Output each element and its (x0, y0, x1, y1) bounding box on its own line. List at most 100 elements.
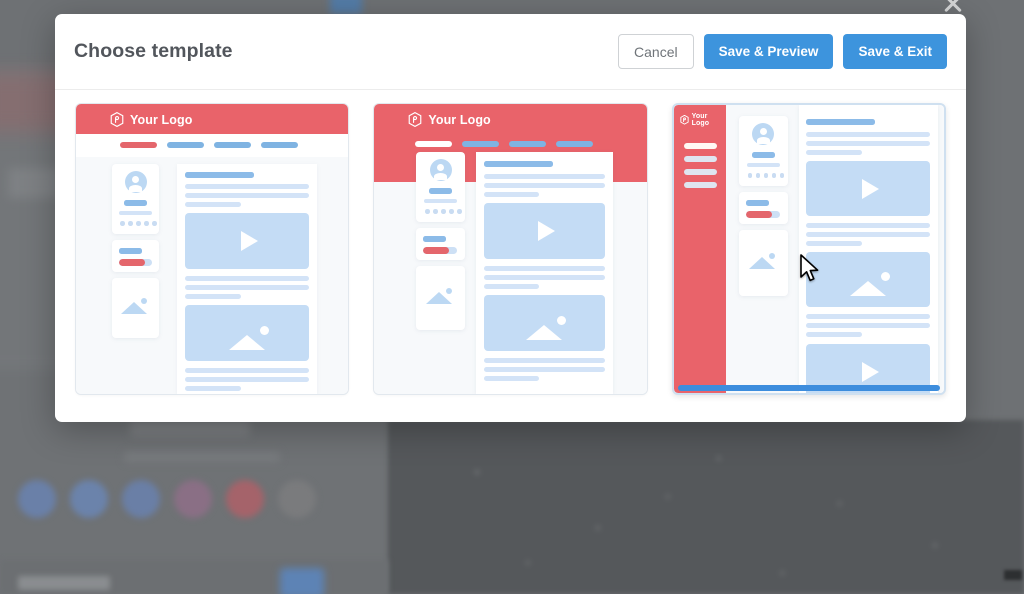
nav-pill (167, 142, 204, 148)
background-photo (388, 420, 1024, 594)
image-sun-icon (768, 253, 775, 259)
article-text-line (805, 132, 930, 137)
social-icon (70, 480, 108, 518)
article-text-line (805, 314, 930, 319)
profile-name-line (124, 200, 147, 206)
avatar-body (756, 137, 770, 144)
template-logo-text: Your Logo (130, 112, 193, 127)
rating-dots (425, 209, 462, 214)
image-placeholder-icon (849, 281, 886, 296)
nav-pill (509, 141, 547, 147)
article-text-line (484, 183, 606, 188)
progress-fill (745, 211, 772, 218)
profile-name-line (751, 152, 775, 158)
article-text-line (805, 241, 862, 246)
dot (763, 173, 769, 178)
progress-bar (119, 259, 152, 266)
image-placeholder-icon (526, 325, 563, 340)
template-logo-text: Your Logo (691, 113, 710, 127)
video-placeholder (484, 203, 606, 259)
article-text-line (484, 174, 606, 179)
image-card (112, 278, 159, 338)
template-card-top-nav-overlap[interactable]: Your Logo (373, 103, 648, 395)
play-icon (861, 179, 879, 199)
image-sun-icon (260, 326, 269, 335)
template-logo: Your Logo (674, 105, 726, 127)
article-text-line (185, 294, 241, 299)
image-sun-icon (141, 298, 147, 304)
progress-card (416, 228, 466, 260)
template-sidebar: Your Logo (673, 105, 726, 393)
avatar-head (132, 176, 139, 183)
play-icon (538, 221, 556, 241)
dot (449, 209, 454, 214)
article-text-line (484, 376, 540, 381)
template-card-side-nav[interactable]: Your Logo (671, 103, 946, 395)
hexagon-logo-icon (680, 115, 689, 125)
progress-label (745, 200, 769, 206)
nav-pill (462, 141, 500, 147)
social-icon (174, 480, 212, 518)
progress-card (112, 240, 159, 272)
nav-pill-active (683, 143, 717, 149)
image-placeholder (805, 252, 930, 307)
image-sun-icon (557, 316, 567, 325)
nav-pill (261, 142, 298, 148)
cancel-button[interactable]: Cancel (618, 34, 694, 69)
nav-pill-active (120, 142, 157, 148)
social-icon (122, 480, 160, 518)
nav-pill (683, 182, 717, 188)
social-icon (18, 480, 56, 518)
page-root: Choose template Cancel Save & Preview Sa… (0, 0, 1024, 594)
choose-template-modal: Choose template Cancel Save & Preview Sa… (55, 14, 966, 422)
article-text-line (484, 284, 540, 289)
nav-pill (683, 156, 717, 162)
profile-card (738, 116, 788, 186)
dot (144, 221, 149, 226)
hexagon-logo-icon (408, 112, 422, 127)
profile-card (416, 152, 466, 222)
background-bottom-text (18, 576, 110, 590)
article-title (185, 172, 254, 178)
article-text-line (484, 358, 606, 363)
background-text-line (130, 420, 250, 436)
dot (120, 221, 125, 226)
template-logo: Your Logo (374, 104, 491, 127)
video-placeholder (185, 213, 309, 269)
background-edge (1004, 570, 1022, 580)
play-icon (241, 231, 258, 251)
selected-indicator (677, 385, 940, 391)
dot (779, 173, 785, 178)
avatar-body (434, 173, 448, 180)
template-list: Your Logo Your Logo Your Logo (55, 90, 966, 395)
progress-label (119, 248, 142, 254)
template-nav-items (120, 142, 298, 148)
background-text-line (124, 452, 280, 462)
image-card (416, 266, 466, 330)
profile-name-line (429, 188, 453, 194)
profile-sub-line (424, 199, 458, 203)
article-title (484, 161, 554, 167)
nav-pill (683, 169, 717, 175)
article-text-line (185, 193, 309, 198)
profile-card (112, 164, 159, 234)
progress-card (738, 192, 788, 224)
template-card-top-nav-light[interactable]: Your Logo (75, 103, 350, 395)
article-text-line (185, 386, 241, 391)
save-and-preview-button[interactable]: Save & Preview (703, 34, 834, 69)
template-header-bar: Your Logo (76, 104, 349, 134)
template-nav-items (683, 143, 717, 188)
save-and-exit-button[interactable]: Save & Exit (843, 34, 947, 69)
article-text-line (185, 377, 309, 382)
progress-fill (119, 259, 145, 266)
rating-dots (120, 221, 157, 226)
template-nav-items (415, 141, 594, 147)
background-top-chip (330, 0, 362, 14)
dot (755, 173, 761, 178)
article-text-line (805, 150, 862, 155)
social-icon (278, 480, 316, 518)
progress-label (423, 236, 447, 242)
dot (771, 173, 777, 178)
article-title (805, 119, 875, 125)
article-text-line (805, 223, 930, 228)
